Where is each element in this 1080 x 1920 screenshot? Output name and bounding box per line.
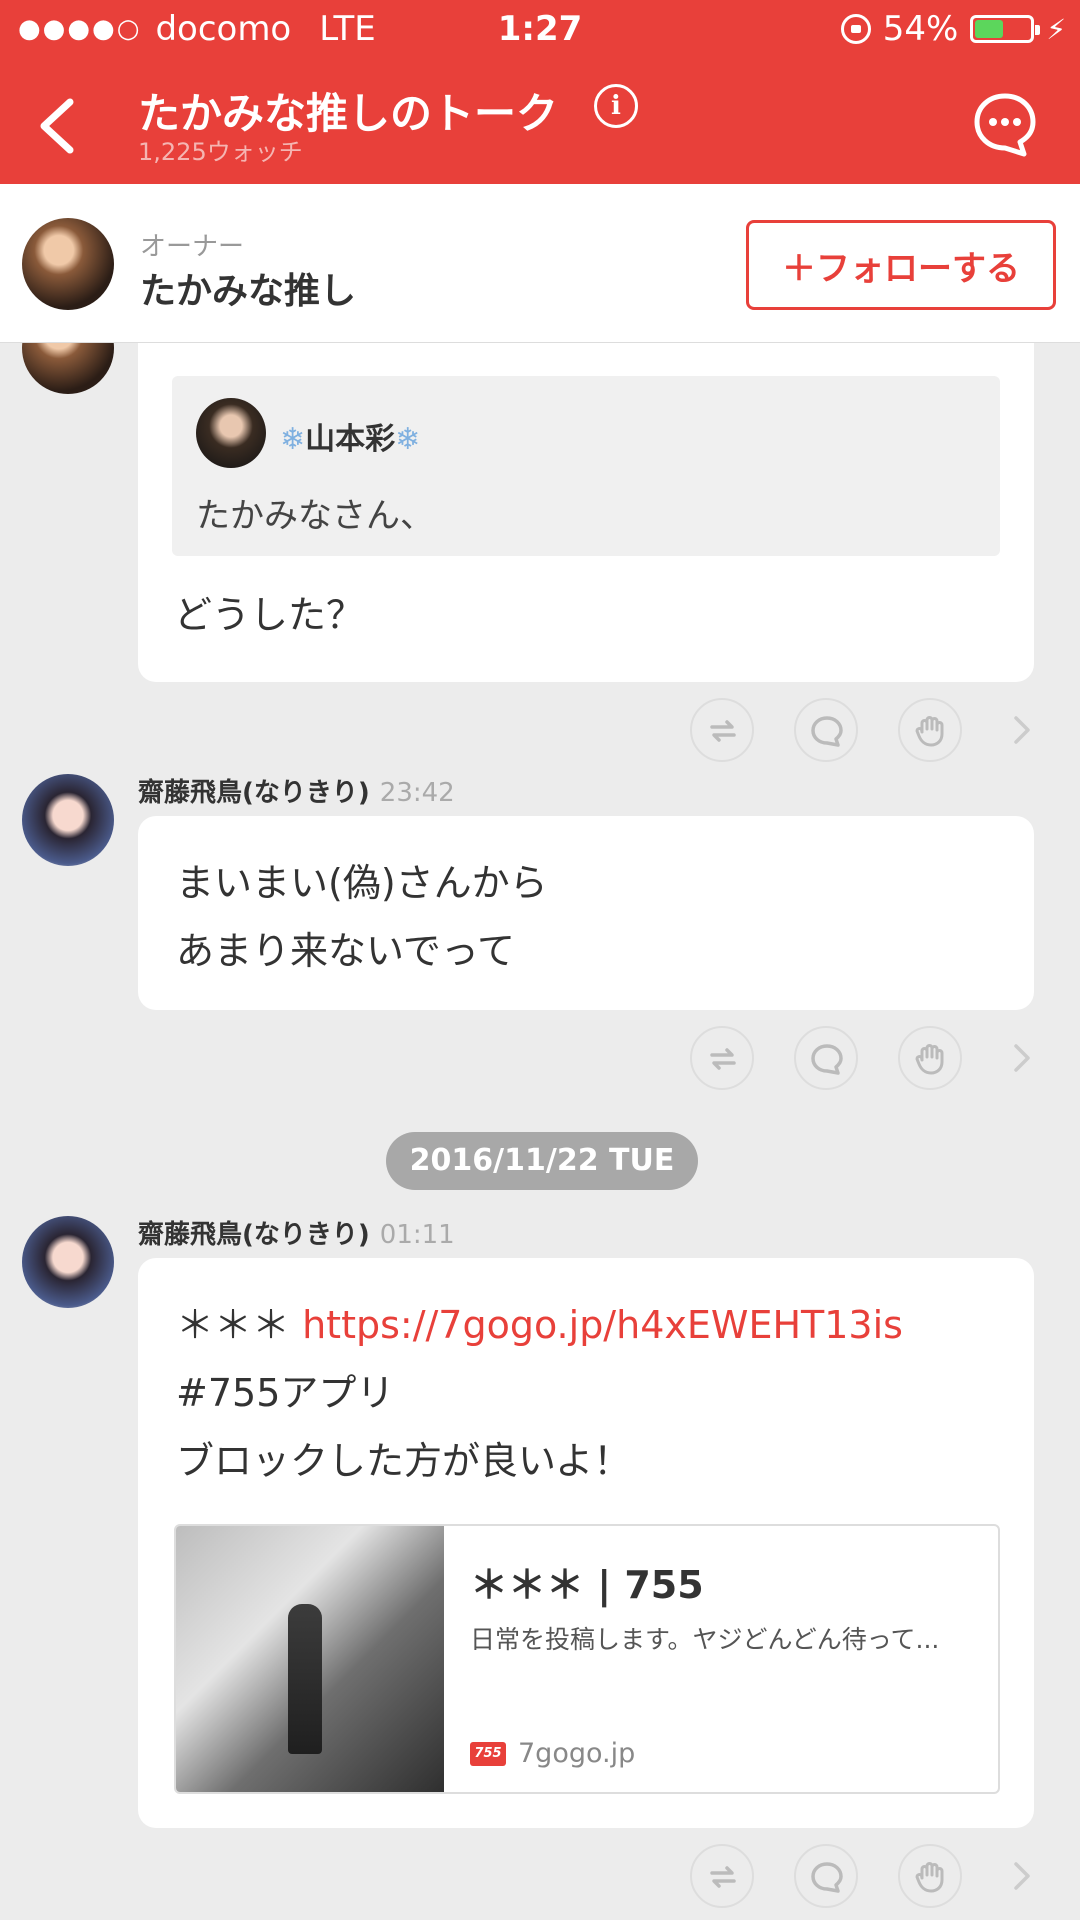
quote-author-name: 山本彩 bbox=[305, 422, 396, 457]
author-name[interactable]: 齋藤飛鳥(なりきり) bbox=[138, 1220, 370, 1250]
clap-button[interactable] bbox=[898, 698, 962, 762]
bouquet-shape bbox=[288, 1604, 322, 1754]
chevron-right-icon[interactable] bbox=[1010, 1858, 1034, 1894]
message-bubble: まいまい(偽)さんから あまり来ないでって bbox=[138, 816, 1034, 1010]
reply-icon bbox=[811, 716, 843, 747]
message-meta: 齋藤飛鳥(なりきり) 23:42 bbox=[138, 772, 455, 809]
chevron-right-icon[interactable] bbox=[1010, 1040, 1034, 1076]
battery-icon bbox=[970, 15, 1041, 43]
clap-button[interactable] bbox=[898, 1026, 962, 1090]
quote-author: ❄山本彩❄ bbox=[280, 414, 420, 458]
info-icon[interactable]: i bbox=[594, 84, 638, 128]
owner-bar: オーナー たかみな推し ＋フォローする bbox=[0, 184, 1080, 343]
clap-hand-icon bbox=[915, 716, 944, 747]
rotation-lock-icon bbox=[840, 14, 871, 44]
quote-avatar bbox=[196, 398, 266, 468]
message-bubble: ❄山本彩❄ たかみなさん、 どうした？ bbox=[138, 342, 1034, 682]
message-text: どうした？ bbox=[174, 593, 365, 637]
repost-icon bbox=[710, 720, 736, 742]
author-name[interactable]: 齋藤飛鳥(なりきり) bbox=[138, 778, 370, 808]
site-logo-icon: 755 bbox=[470, 1741, 506, 1766]
message-actions bbox=[0, 1844, 1080, 1916]
message-prefix: ＊＊＊ bbox=[176, 1303, 303, 1347]
repost-icon bbox=[710, 1866, 736, 1888]
avatar[interactable] bbox=[22, 342, 114, 394]
clap-button[interactable] bbox=[898, 1844, 962, 1908]
link-preview-site: 755 7gogo.jp bbox=[470, 1738, 635, 1769]
chevron-right-icon[interactable] bbox=[1010, 712, 1034, 748]
site-domain: 7gogo.jp bbox=[518, 1738, 636, 1769]
reply-button[interactable] bbox=[794, 1844, 858, 1908]
message-actions bbox=[0, 698, 1080, 770]
clap-hand-icon bbox=[915, 1862, 944, 1893]
date-separator: 2016/11/22 TUE bbox=[386, 1132, 698, 1190]
battery-fill bbox=[975, 20, 1003, 38]
reply-icon bbox=[811, 1862, 843, 1893]
message-time: 23:42 bbox=[379, 778, 455, 808]
owner-name[interactable]: たかみな推し bbox=[140, 262, 356, 314]
repost-button[interactable] bbox=[690, 698, 754, 762]
quote-text: たかみなさん、 bbox=[196, 496, 434, 536]
clap-hand-icon bbox=[915, 1044, 944, 1075]
message-link[interactable]: https://7gogo.jp/h4xEWEHT13is bbox=[302, 1303, 903, 1347]
battery-percent: 54% bbox=[882, 9, 959, 49]
message-bubble: ＊＊＊ https://7gogo.jp/h4xEWEHT13is #755アプ… bbox=[138, 1258, 1034, 1828]
avatar[interactable] bbox=[22, 774, 114, 866]
app-header: ●●●●○ docomo LTE 1:27 54% ⚡ たかみな推しのトーク i… bbox=[0, 0, 1080, 184]
message-feed[interactable]: ❄山本彩❄ たかみなさん、 どうした？ 齋藤飛鳥(なりきり) 23:42 まいまい… bbox=[0, 342, 1080, 1920]
repost-button[interactable] bbox=[690, 1844, 754, 1908]
owner-avatar[interactable] bbox=[22, 218, 114, 310]
navigation-bar: たかみな推しのトーク i 1,225ウォッチ bbox=[0, 66, 1080, 184]
message-text: まいまい(偽)さんから bbox=[176, 861, 548, 905]
link-preview-description: 日常を投稿します。ヤジどんどん待って... bbox=[470, 1625, 940, 1654]
owner-role: オーナー bbox=[140, 232, 245, 262]
chat-bubble-icon[interactable] bbox=[972, 92, 1038, 158]
message-meta: 齋藤飛鳥(なりきり) 01:11 bbox=[138, 1214, 455, 1251]
link-preview-image bbox=[176, 1526, 444, 1792]
message-time: 01:11 bbox=[379, 1220, 455, 1250]
link-preview-title: ＊＊＊ | 755 bbox=[470, 1563, 704, 1607]
reply-button[interactable] bbox=[794, 698, 858, 762]
message-text: ブロックした方が良いよ！ bbox=[176, 1439, 632, 1483]
watch-count: 1,225ウォッチ bbox=[138, 138, 303, 166]
reply-icon bbox=[811, 1044, 843, 1075]
repost-icon bbox=[710, 1048, 736, 1070]
reply-button[interactable] bbox=[794, 1026, 858, 1090]
message-text: #755アプリ bbox=[176, 1371, 395, 1415]
follow-button[interactable]: ＋フォローする bbox=[746, 220, 1056, 310]
message-actions bbox=[0, 1026, 1080, 1098]
charging-icon: ⚡ bbox=[1046, 12, 1066, 46]
snowflake-icon: ❄ bbox=[395, 422, 421, 457]
snowflake-icon: ❄ bbox=[280, 422, 306, 457]
back-icon[interactable] bbox=[34, 96, 84, 156]
link-preview-card[interactable]: ＊＊＊ | 755 日常を投稿します。ヤジどんどん待って... 755 7gog… bbox=[174, 1524, 1000, 1794]
repost-button[interactable] bbox=[690, 1026, 754, 1090]
quoted-message[interactable]: ❄山本彩❄ たかみなさん、 bbox=[172, 376, 1000, 556]
avatar[interactable] bbox=[22, 1216, 114, 1308]
status-bar: ●●●●○ docomo LTE 1:27 54% ⚡ bbox=[0, 0, 1080, 60]
message-text: あまり来ないでって bbox=[176, 929, 515, 973]
message-text: ＊＊＊ https://7gogo.jp/h4xEWEHT13is bbox=[176, 1294, 903, 1349]
